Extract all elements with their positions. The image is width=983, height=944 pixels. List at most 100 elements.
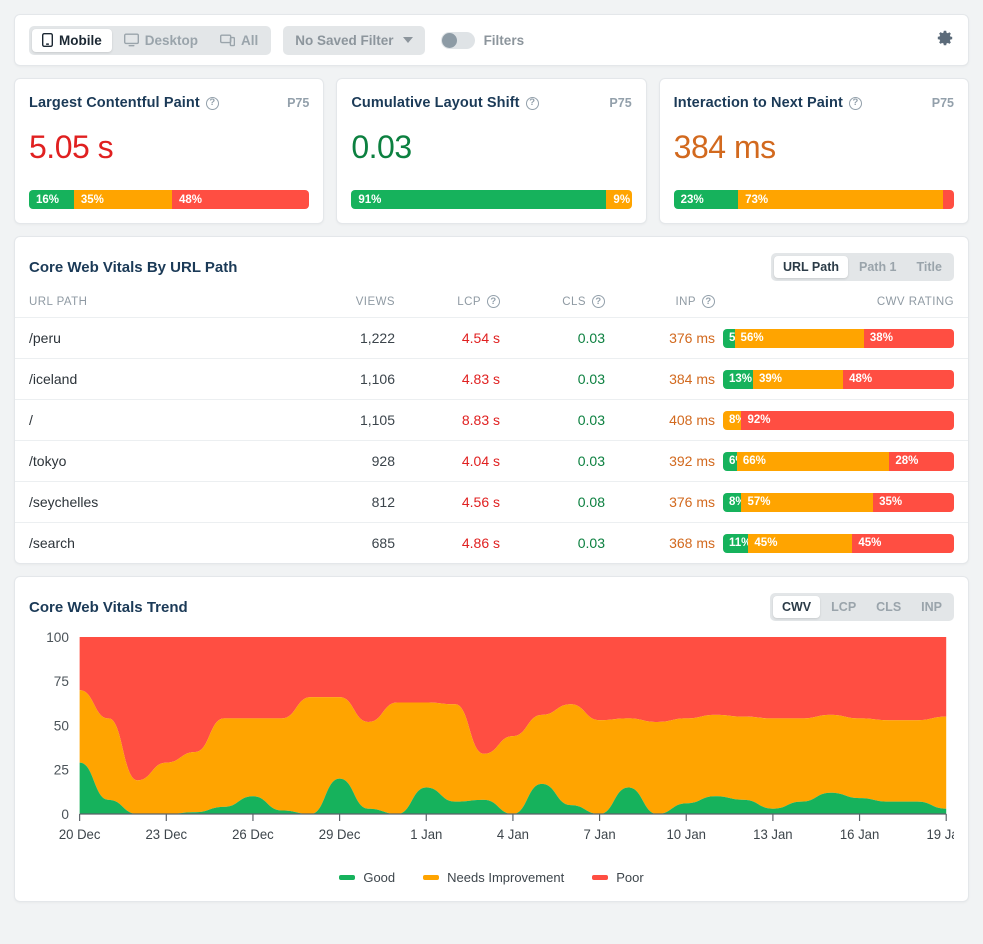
cell-url-path: / xyxy=(15,399,285,441)
cell-cls: 0.03 xyxy=(500,440,605,482)
mobile-icon xyxy=(42,33,53,47)
distribution-segment: 23% xyxy=(673,190,739,209)
url-grouping-tabs[interactable]: URL Path Path 1 Title xyxy=(770,253,954,281)
filters-toggle-group[interactable]: Filters xyxy=(440,31,525,49)
metric-card-cls-title: Cumulative Layout Shift xyxy=(351,95,520,111)
help-icon[interactable]: ? xyxy=(592,295,605,308)
cell-url-path: /seychelles xyxy=(15,481,285,523)
tab-cwv[interactable]: CWV xyxy=(772,596,821,618)
cell-inp: 384 ms xyxy=(605,358,715,400)
table-row[interactable]: /iceland 1,106 4.83 s 0.03 384 ms 13% 39% 48% xyxy=(15,358,968,400)
rating-segment: 13% xyxy=(723,369,754,389)
cell-inp: 376 ms xyxy=(605,481,715,523)
y-axis-tick-label: 25 xyxy=(54,762,69,778)
tab-inp[interactable]: INP xyxy=(912,596,951,618)
legend-item-needs-improvement: Needs Improvement xyxy=(423,870,564,885)
tab-lcp[interactable]: LCP xyxy=(822,596,865,618)
rating-segment: 8% xyxy=(723,492,742,512)
column-header-inp-label: INP xyxy=(675,295,696,308)
filters-toggle[interactable] xyxy=(440,31,475,49)
cwv-url-table: URL PATH VIEWS LCP? CLS? INP? CWV RATING… xyxy=(15,281,968,563)
toolbar: Mobile Desktop All No Saved Filter Filte… xyxy=(14,14,969,66)
rating-segment: 45% xyxy=(748,533,853,553)
column-header-lcp-label: LCP xyxy=(457,295,481,308)
x-axis-tick-label: 20 Dec xyxy=(59,827,101,842)
distribution-segment: 9% xyxy=(606,190,632,209)
filters-toggle-label: Filters xyxy=(483,32,525,48)
device-option-all[interactable]: All xyxy=(210,29,268,52)
x-axis-tick-label: 29 Dec xyxy=(319,827,361,842)
help-icon[interactable]: ? xyxy=(848,96,862,110)
cwv-rating-bar: 8%92% xyxy=(723,410,954,430)
desktop-icon xyxy=(123,33,139,47)
cwv-trend-chart: 0 25 50 75 100 20 Dec 23 Dec 26 Dec 29 Dec 1 Jan 4… xyxy=(15,621,968,860)
table-row[interactable]: /seychelles8124.56 s0.08376 ms 8%57%35% xyxy=(15,481,968,523)
cell-cwv-rating: 6%66%28% xyxy=(715,440,968,482)
help-icon[interactable]: ? xyxy=(205,96,219,110)
dashboard-page: Mobile Desktop All No Saved Filter Filte… xyxy=(0,0,983,944)
cell-lcp: 8.83 s xyxy=(395,399,500,441)
table-row[interactable]: /search6854.86 s0.03368 ms11%45%45% xyxy=(15,522,968,563)
metric-card-inp: Interaction to Next Paint ? P75 384 ms 2… xyxy=(658,78,969,224)
device-option-desktop[interactable]: Desktop xyxy=(114,29,208,52)
tab-url-path[interactable]: URL Path xyxy=(773,256,848,278)
cell-cwv-rating: 11%45%45% xyxy=(715,522,968,563)
all-devices-icon xyxy=(220,33,236,47)
cell-inp: 376 ms xyxy=(605,317,715,359)
cell-cls: 0.03 xyxy=(500,317,605,359)
cwv-rating-bar: 8%57%35% xyxy=(723,492,954,512)
column-header-lcp: LCP? xyxy=(395,281,500,318)
device-option-mobile-label: Mobile xyxy=(59,32,102,48)
cell-views: 1,106 xyxy=(285,358,395,400)
device-option-desktop-label: Desktop xyxy=(144,32,199,48)
cell-views: 1,222 xyxy=(285,317,395,359)
rating-segment: 56% xyxy=(734,328,864,348)
rating-segment: 8% xyxy=(723,410,742,430)
tab-cls[interactable]: CLS xyxy=(867,596,910,618)
rating-segment: 35% xyxy=(873,492,954,512)
settings-button[interactable] xyxy=(936,29,954,52)
cwv-trend-title: Core Web Vitals Trend xyxy=(29,598,188,616)
trend-metric-tabs[interactable]: CWV LCP CLS INP xyxy=(769,593,954,621)
distribution-segment: 16% xyxy=(29,190,74,209)
rating-segment: 5% xyxy=(723,328,735,348)
tab-title[interactable]: Title xyxy=(908,256,951,278)
device-option-mobile[interactable]: Mobile xyxy=(32,28,112,52)
cwv-rating-bar: 6%66%28% xyxy=(723,451,954,471)
rating-segment: 6% xyxy=(723,451,737,471)
y-axis-tick-label: 75 xyxy=(54,673,69,689)
cell-cls: 0.03 xyxy=(500,522,605,563)
table-row[interactable]: /tokyo9284.04 s0.03392 ms 6%66%28% xyxy=(15,440,968,482)
rating-segment: 39% xyxy=(753,369,844,389)
x-axis-tick-label: 1 Jan xyxy=(410,827,442,842)
metric-card-cls: Cumulative Layout Shift ? P75 0.03 91% 9% xyxy=(336,78,647,224)
cwv-rating-bar: 13% 39% 48% xyxy=(723,369,954,389)
trend-area-chart: 0 25 50 75 100 20 Dec 23 Dec 26 Dec 29 Dec 1 Jan 4… xyxy=(46,631,954,842)
table-row[interactable]: /peru1,2224.54 s0.03376 ms 5%56%38% xyxy=(15,317,968,359)
legend-label-needs-improvement: Needs Improvement xyxy=(447,870,565,885)
cell-inp: 368 ms xyxy=(605,522,715,563)
x-axis-tick-label: 23 Dec xyxy=(145,827,187,842)
x-axis-tick-label: 7 Jan xyxy=(584,827,616,842)
cell-views: 812 xyxy=(285,481,395,523)
column-header-views: VIEWS xyxy=(355,295,395,308)
chevron-down-icon xyxy=(402,37,413,43)
help-icon[interactable]: ? xyxy=(525,96,539,110)
cwv-rating-bar: 11%45%45% xyxy=(723,533,954,553)
rating-segment: 45% xyxy=(852,533,954,553)
legend-swatch-needs-improvement xyxy=(423,875,440,880)
rating-segment: 92% xyxy=(741,410,954,430)
cwv-trend-header: Core Web Vitals Trend CWV LCP CLS INP xyxy=(15,577,968,621)
rating-segment: 11% xyxy=(723,533,749,553)
metric-card-lcp-percentile: P75 xyxy=(287,96,310,110)
metric-card-cls-percentile: P75 xyxy=(609,96,632,110)
help-icon[interactable]: ? xyxy=(702,295,715,308)
saved-filter-dropdown[interactable]: No Saved Filter xyxy=(283,25,425,55)
legend-item-poor: Poor xyxy=(592,870,644,885)
cell-url-path: /iceland xyxy=(15,358,285,400)
table-row[interactable]: /1,1058.83 s0.03408 ms 8%92% xyxy=(15,399,968,441)
help-icon[interactable]: ? xyxy=(487,295,500,308)
tab-path-1[interactable]: Path 1 xyxy=(850,256,906,278)
device-segmented-control[interactable]: Mobile Desktop All xyxy=(29,25,272,55)
cell-cwv-rating: 8%92% xyxy=(715,399,968,441)
